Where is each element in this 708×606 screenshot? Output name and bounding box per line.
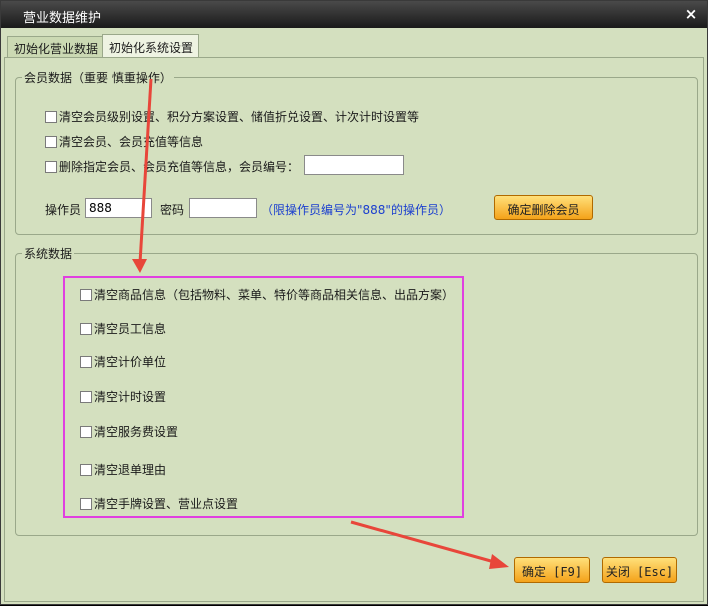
member-data-legend: 会员数据（重要 慎重操作）: [24, 71, 172, 85]
option-delete-member[interactable]: 删除指定会员、会员充值等信息，会员编号：: [45, 158, 299, 175]
option-clear-refund-reasons[interactable]: 清空退单理由: [80, 461, 166, 478]
dialog-window: 营业数据维护 × 初始化营业数据 初始化系统设置 会员数据（重要 慎重操作） 清…: [0, 0, 708, 605]
password-input[interactable]: [189, 198, 257, 218]
option-clear-service-fee[interactable]: 清空服务费设置: [80, 423, 178, 440]
operator-label: 操作员: [45, 203, 82, 217]
option-label: 清空退单理由: [94, 463, 167, 477]
button-label: 确定删除会员: [507, 203, 580, 217]
operator-input[interactable]: [85, 198, 152, 218]
option-label: 清空员工信息: [94, 322, 167, 336]
checkbox[interactable]: [80, 463, 92, 476]
checkbox[interactable]: [80, 288, 92, 301]
confirm-delete-member-button[interactable]: 确定删除会员: [494, 195, 593, 220]
system-data-legend: 系统数据: [24, 247, 73, 261]
tab-bar: 初始化营业数据 初始化系统设置: [1, 28, 707, 59]
option-label: 删除指定会员、会员充值等信息，会员编号：: [59, 160, 300, 174]
title-bar: 营业数据维护 ×: [1, 1, 707, 28]
tab-init-system-settings[interactable]: 初始化系统设置: [102, 34, 199, 59]
checkbox[interactable]: [45, 110, 57, 123]
button-label: 确定 [F9]: [521, 565, 583, 579]
option-label: 清空商品信息（包括物料、菜单、特价等商品相关信息、出品方案）: [94, 288, 455, 302]
checkbox[interactable]: [80, 322, 92, 335]
option-clear-products[interactable]: 清空商品信息（包括物料、菜单、特价等商品相关信息、出品方案）: [80, 286, 454, 303]
checkbox[interactable]: [45, 135, 57, 148]
option-clear-wristband-points[interactable]: 清空手牌设置、营业点设置: [80, 495, 238, 512]
option-label: 清空计价单位: [94, 355, 167, 369]
option-clear-member-levels[interactable]: 清空会员级别设置、积分方案设置、储值折兑设置、计次计时设置等: [45, 108, 419, 125]
operator-hint: （限操作员编号为"888"的操作员）: [261, 203, 451, 217]
checkbox[interactable]: [80, 355, 92, 368]
window-title: 营业数据维护: [23, 11, 102, 26]
option-label: 清空服务费设置: [94, 425, 179, 439]
checkbox[interactable]: [80, 390, 92, 403]
tab-content-pane: 会员数据（重要 慎重操作） 清空会员级别设置、积分方案设置、储值折兑设置、计次计…: [4, 57, 704, 602]
option-label: 清空手牌设置、营业点设置: [94, 497, 239, 511]
checkbox[interactable]: [45, 160, 57, 173]
close-icon[interactable]: ×: [684, 5, 698, 23]
password-label: 密码: [160, 203, 185, 217]
option-label: 清空会员级别设置、积分方案设置、储值折兑设置、计次计时设置等: [59, 110, 420, 124]
close-button[interactable]: 关闭 [Esc]: [602, 557, 677, 583]
tab-init-business-data[interactable]: 初始化营业数据: [7, 36, 103, 59]
button-label: 关闭 [Esc]: [605, 565, 674, 579]
option-clear-price-units[interactable]: 清空计价单位: [80, 353, 166, 370]
ok-button[interactable]: 确定 [F9]: [514, 557, 590, 583]
option-label: 清空会员、会员充值等信息: [59, 135, 204, 149]
member-no-input[interactable]: [304, 155, 404, 175]
checkbox[interactable]: [80, 425, 92, 438]
option-clear-timing-settings[interactable]: 清空计时设置: [80, 388, 166, 405]
option-clear-employees[interactable]: 清空员工信息: [80, 320, 166, 337]
option-clear-members[interactable]: 清空会员、会员充值等信息: [45, 133, 203, 150]
option-label: 清空计时设置: [94, 390, 167, 404]
checkbox[interactable]: [80, 497, 92, 510]
